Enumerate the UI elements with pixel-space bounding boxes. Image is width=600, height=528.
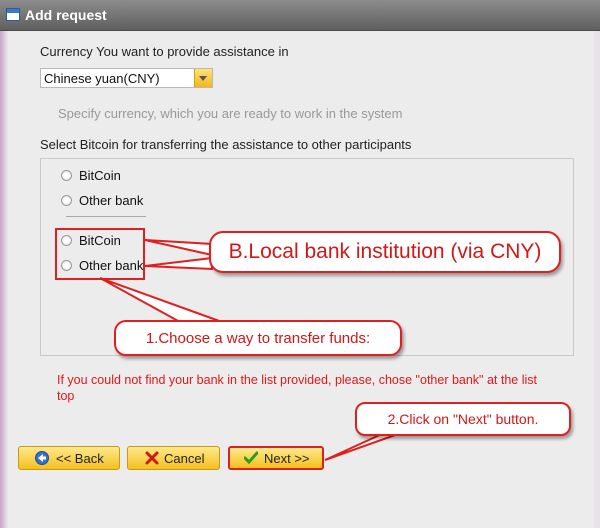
bank-warning-text: If you could not find your bank in the l… — [57, 373, 537, 403]
close-icon — [145, 451, 159, 465]
bank-callout-pointer — [144, 239, 213, 257]
bank-callout-pointer — [144, 256, 213, 271]
choose-callout: 1.Choose a way to transfer funds: — [114, 320, 402, 356]
next-callout: 2.Click on "Next" button. — [355, 402, 571, 436]
cancel-button-label: Cancel — [164, 451, 205, 466]
bank-callout: B.Local bank institution (via CNY) — [209, 231, 561, 273]
back-button-label: << Back — [56, 451, 104, 466]
choose-callout-text: 1.Choose a way to transfer funds: — [145, 329, 371, 347]
add-request-dialog: Add request Currency You want to provide… — [0, 0, 600, 528]
back-button[interactable]: << Back — [18, 446, 120, 470]
cancel-button[interactable]: Cancel — [127, 446, 220, 470]
next-callout-text: 2.Click on "Next" button. — [387, 411, 539, 427]
back-arrow-icon — [35, 451, 49, 465]
choose-callout-pointer — [99, 277, 223, 323]
bank-callout-text: B.Local bank institution (via CNY) — [228, 240, 542, 263]
next-button-label: Next >> — [264, 451, 310, 466]
next-button[interactable]: Next >> — [228, 446, 324, 470]
checkmark-icon — [244, 451, 258, 465]
